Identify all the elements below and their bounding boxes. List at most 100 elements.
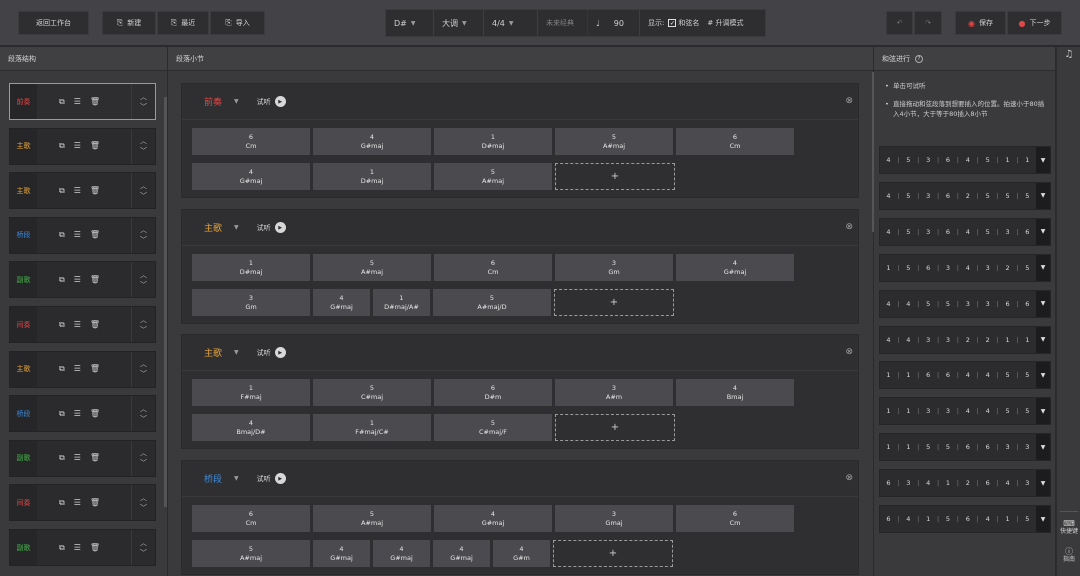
chord-bar[interactable]: 4 G#maj (676, 254, 794, 281)
new-button[interactable]: ⎘ 新建 (102, 11, 156, 35)
chord-progression-item[interactable]: 4 | 5 | 3 | 6 | 2 | 5 | 5 | 5 ▼ (879, 181, 1051, 210)
list-icon[interactable]: ☰ (74, 453, 81, 463)
trash-icon[interactable]: 🗑 (90, 543, 100, 553)
list-icon[interactable]: ☰ (74, 543, 81, 553)
chevron-down-icon[interactable]: ▼ (1036, 290, 1050, 317)
trash-icon[interactable]: 🗑 (90, 498, 100, 508)
copy-icon[interactable]: ⧉ (59, 453, 65, 463)
chord-bar[interactable]: 4 G#maj (313, 289, 370, 316)
chevron-down-icon[interactable]: ▼ (234, 224, 239, 231)
chevron-down-icon[interactable]: ▼ (1036, 218, 1050, 245)
chord-bar[interactable]: 6 Cm (676, 505, 794, 532)
move-down-icon[interactable]: ﹀ (140, 146, 147, 156)
undo-button[interactable]: ↶ (886, 11, 913, 35)
close-icon[interactable]: ⊗ (845, 96, 853, 106)
chevron-down-icon[interactable]: ▼ (1036, 398, 1050, 425)
trash-icon[interactable]: 🗑 (90, 409, 100, 419)
trash-icon[interactable]: 🗑 (90, 230, 100, 240)
list-icon[interactable]: ☰ (74, 186, 81, 196)
next-step-button[interactable]: ● 下一步 (1007, 11, 1062, 35)
section-structure-item[interactable]: 前奏 ⧉ ☰ 🗑 ︿ ﹀ (9, 83, 156, 120)
chevron-down-icon[interactable]: ▼ (234, 349, 239, 356)
copy-icon[interactable]: ⧉ (59, 275, 65, 285)
chord-bar[interactable]: 1 D#maj (434, 128, 552, 155)
chord-bar[interactable]: 6 Cm (434, 254, 552, 281)
chord-progression-item[interactable]: 1 | 5 | 6 | 3 | 4 | 3 | 2 | 5 ▼ (879, 253, 1051, 282)
copy-icon[interactable]: ⧉ (59, 543, 65, 553)
chord-progression-item[interactable]: 1 | 1 | 3 | 3 | 4 | 4 | 5 | 5 ▼ (879, 397, 1051, 426)
meter-select[interactable]: 4/4 ▼ (484, 10, 538, 36)
list-icon[interactable]: ☰ (74, 230, 81, 240)
trash-icon[interactable]: 🗑 (90, 453, 100, 463)
move-down-icon[interactable]: ﹀ (140, 548, 147, 558)
chord-bar[interactable]: 4 G#maj (373, 540, 430, 567)
chord-bar[interactable]: 1 F#maj/C# (313, 414, 431, 441)
trash-icon[interactable]: 🗑 (90, 97, 100, 107)
save-button[interactable]: ◉ 保存 (955, 11, 1006, 35)
chevron-down-icon[interactable]: ▼ (1036, 470, 1050, 497)
chord-bar[interactable]: 4 G#maj (313, 540, 370, 567)
chevron-down-icon[interactable]: ▼ (1036, 147, 1050, 173)
section-structure-item[interactable]: 主歌 ⧉ ☰ 🗑 ︿ ﹀ (9, 350, 156, 388)
move-up-icon[interactable]: ︿ (140, 136, 147, 146)
trash-icon[interactable]: 🗑 (90, 320, 100, 330)
chord-bar[interactable]: 4 G#m (493, 540, 550, 567)
move-down-icon[interactable]: ﹀ (140, 235, 147, 245)
chord-bar[interactable]: 6 D#m (434, 379, 552, 406)
copy-icon[interactable]: ⧉ (59, 498, 65, 508)
chord-progression-item[interactable]: 1 | 1 | 5 | 5 | 6 | 6 | 3 | 3 ▼ (879, 433, 1051, 462)
move-up-icon[interactable]: ︿ (140, 448, 147, 458)
chevron-down-icon[interactable]: ▼ (1036, 362, 1050, 389)
list-icon[interactable]: ☰ (74, 141, 81, 151)
tempo-field[interactable]: ♩ 90 (588, 10, 640, 36)
move-down-icon[interactable]: ﹀ (140, 503, 147, 513)
move-down-icon[interactable]: ﹀ (140, 458, 147, 468)
chord-progression-item[interactable]: 4 | 5 | 3 | 6 | 4 | 5 | 1 | 1 ▼ (879, 146, 1051, 174)
add-bar-button[interactable]: + (555, 414, 675, 441)
chevron-down-icon[interactable]: ▼ (1036, 434, 1050, 461)
play-icon[interactable]: ▶ (274, 96, 286, 107)
shortcut-button[interactable]: ⌨ 快捷键 (1057, 520, 1080, 536)
move-up-icon[interactable]: ︿ (140, 181, 147, 191)
move-down-icon[interactable]: ﹀ (140, 325, 147, 335)
chord-progression-item[interactable]: 6 | 4 | 1 | 5 | 6 | 4 | 1 | 5 ▼ (879, 505, 1051, 533)
move-up-icon[interactable]: ︿ (140, 92, 147, 102)
section-structure-item[interactable]: 副歌 ⧉ ☰ 🗑 ︿ ﹀ (9, 529, 156, 566)
chord-bar[interactable]: 4 G#maj (192, 163, 310, 190)
chord-bar[interactable]: 5 A#maj (313, 505, 431, 532)
section-structure-item[interactable]: 桥段 ⧉ ☰ 🗑 ︿ ﹀ (9, 216, 156, 254)
chord-bar[interactable]: 4 Bmaj/D# (192, 414, 310, 441)
trash-icon[interactable]: 🗑 (90, 275, 100, 285)
chord-bar[interactable]: 4 G#maj (313, 128, 431, 155)
move-down-icon[interactable]: ﹀ (140, 280, 147, 290)
back-to-workbench-button[interactable]: 返回工作台 (18, 11, 89, 35)
chord-bar[interactable]: 5 C#maj/F (434, 414, 552, 441)
listen-label[interactable]: 试听 (257, 348, 271, 358)
add-bar-button[interactable]: + (555, 163, 675, 190)
chevron-down-icon[interactable]: ▼ (234, 98, 239, 105)
section-structure-item[interactable]: 主歌 ⧉ ☰ 🗑 ︿ ﹀ (9, 172, 156, 210)
chord-bar[interactable]: 3 Gmaj (555, 505, 673, 532)
scrollbar[interactable] (872, 72, 874, 232)
list-icon[interactable]: ☰ (74, 498, 81, 508)
chord-bar[interactable]: 5 A#maj (313, 254, 431, 281)
chord-bar[interactable]: 6 Cm (676, 128, 794, 155)
help-icon[interactable]: ? (915, 54, 923, 63)
copy-icon[interactable]: ⧉ (59, 230, 65, 240)
chevron-down-icon[interactable]: ▼ (234, 475, 239, 482)
close-icon[interactable]: ⊗ (845, 222, 853, 232)
recent-button[interactable]: ⎘ 最近 (157, 11, 209, 35)
rhythm-select[interactable]: 未来经典 (538, 10, 588, 36)
list-icon[interactable]: ☰ (74, 364, 81, 374)
copy-icon[interactable]: ⧉ (59, 141, 65, 151)
play-icon[interactable]: ▶ (274, 473, 286, 484)
listen-label[interactable]: 试听 (257, 223, 271, 233)
section-structure-item[interactable]: 间奏 ⧉ ☰ 🗑 ︿ ﹀ (9, 484, 156, 522)
chord-bar[interactable]: 3 Gm (192, 289, 310, 316)
chord-bar[interactable]: 6 Cm (192, 505, 310, 532)
move-down-icon[interactable]: ﹀ (140, 191, 147, 201)
move-up-icon[interactable]: ︿ (140, 404, 147, 414)
section-structure-item[interactable]: 主歌 ⧉ ☰ 🗑 ︿ ﹀ (9, 127, 156, 165)
chord-bar[interactable]: 4 G#maj (434, 505, 552, 532)
chord-progression-item[interactable]: 4 | 4 | 5 | 5 | 3 | 3 | 6 | 6 ▼ (879, 289, 1051, 318)
